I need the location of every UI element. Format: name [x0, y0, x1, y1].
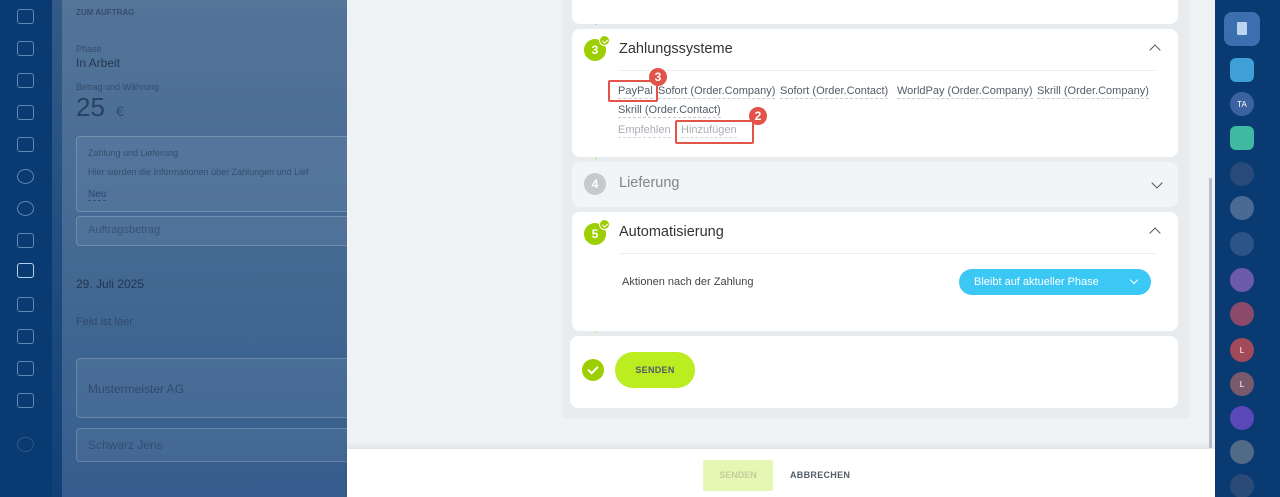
send-button[interactable]: SENDEN: [615, 352, 695, 388]
currency-symbol: €: [116, 103, 124, 119]
filter-icon[interactable]: [17, 263, 34, 278]
step-4-indicator: 4: [584, 173, 606, 195]
automation-title: Automatisierung: [619, 224, 724, 240]
avatar-user-3[interactable]: [1230, 268, 1254, 292]
document-icon[interactable]: [17, 41, 34, 56]
calendar-icon[interactable]: [17, 9, 34, 24]
step-5-check-icon: [599, 219, 610, 230]
payment-divider: [619, 70, 1156, 71]
payment-slider: 3 Zahlungssysteme PayPal Sofort (Order.C…: [347, 0, 1215, 497]
phase-action-value: Bleibt auf aktueller Phase: [974, 276, 1099, 288]
bookmark-button[interactable]: [1224, 12, 1260, 46]
amount-value: 25: [76, 92, 105, 122]
annotation-badge-3: 3: [649, 68, 667, 86]
target-icon[interactable]: [17, 201, 34, 216]
screen-icon[interactable]: [17, 297, 34, 312]
card-icon[interactable]: [17, 105, 34, 120]
section-title: ZUM AUFTRAG: [76, 8, 135, 17]
previous-step-card: [572, 0, 1178, 24]
scrollbar[interactable]: [1209, 178, 1212, 448]
recommend-link[interactable]: Empfehlen: [618, 124, 671, 138]
avatar-user-4[interactable]: [1230, 302, 1254, 326]
payment-delivery-text: Hier werden die Informationen über Zahlu…: [88, 167, 309, 177]
delivery-title: Lieferung: [619, 175, 680, 191]
phase-value: In Arbeit: [76, 56, 121, 70]
avatar-user-5[interactable]: [1230, 440, 1254, 464]
step-3-check-icon: [599, 35, 610, 46]
lock-icon[interactable]: [1230, 196, 1254, 220]
avatar-user-1[interactable]: [1230, 162, 1254, 186]
left-navigation-rail: [0, 0, 52, 497]
target-app-icon[interactable]: [1230, 406, 1254, 430]
payment-item-sofort-contact[interactable]: Sofort (Order.Contact): [780, 85, 889, 99]
collapse-chevron-icon[interactable]: [1149, 227, 1161, 239]
file-icon[interactable]: [17, 361, 34, 376]
date-value: 29. Juli 2025: [76, 277, 145, 291]
step-5-indicator: 5: [584, 219, 610, 245]
avatar-ta[interactable]: TA: [1230, 92, 1254, 116]
payment-item-sofort-company[interactable]: Sofort (Order.Company): [658, 85, 776, 99]
step-3-indicator: 3: [584, 35, 610, 61]
payment-item-skrill-contact[interactable]: Skrill (Order.Contact): [618, 104, 721, 118]
payment-item-skrill-company[interactable]: Skrill (Order.Company): [1037, 85, 1149, 99]
phase-label: Phase: [76, 44, 102, 54]
store-icon[interactable]: [17, 329, 34, 344]
bookmark-icon: [1237, 22, 1247, 35]
help-icon[interactable]: [17, 437, 34, 452]
paypal-highlight: [608, 80, 658, 102]
payment-systems-title: Zahlungssysteme: [619, 41, 733, 57]
automation-card: 5 Automatisierung Aktionen nach der Zahl…: [572, 212, 1178, 331]
mail-icon[interactable]: [17, 137, 34, 152]
annotation-badge-2: 2: [749, 107, 767, 125]
avatar-user-2[interactable]: [1230, 232, 1254, 256]
sheet-icon[interactable]: [1230, 126, 1254, 150]
delivery-card[interactable]: 4 Lieferung: [572, 162, 1178, 207]
footer-send-button[interactable]: SENDEN: [703, 460, 773, 491]
order-amount-label: Auftragsbetrag: [88, 224, 161, 236]
chat-icon[interactable]: [17, 233, 34, 248]
send-card: SENDEN: [570, 336, 1178, 408]
slider-footer: SENDEN ABBRECHEN: [347, 449, 1215, 497]
automation-divider: [619, 253, 1156, 254]
action-after-payment-label: Aktionen nach der Zahlung: [622, 276, 754, 288]
avatar-user-6[interactable]: [1230, 474, 1254, 497]
payment-delivery-label: Zahlung und Lieferung: [88, 148, 179, 158]
send-step-check-icon: [582, 359, 604, 381]
payment-systems-card: 3 Zahlungssysteme PayPal Sofort (Order.C…: [572, 29, 1178, 157]
expand-chevron-icon[interactable]: [1151, 177, 1163, 189]
phase-action-select[interactable]: Bleibt auf aktueller Phase: [959, 269, 1151, 295]
company-name: Mustermeister AG: [88, 382, 185, 396]
payment-item-worldpay-company[interactable]: WorldPay (Order.Company): [897, 85, 1033, 99]
right-sidebar: TA L L: [1215, 0, 1280, 497]
avatar-l-1[interactable]: L: [1230, 338, 1254, 362]
contact-name: Schwarz Jens: [88, 438, 163, 452]
collapse-chevron-icon[interactable]: [1149, 44, 1161, 56]
contacts-icon[interactable]: [17, 169, 34, 184]
avatar-l-2[interactable]: L: [1230, 372, 1254, 396]
footer-cancel-button[interactable]: ABBRECHEN: [790, 460, 850, 491]
add-link-highlight: [675, 120, 754, 144]
new-link[interactable]: Neu: [88, 189, 107, 201]
tasks-icon[interactable]: [17, 73, 34, 88]
group-icon[interactable]: [17, 393, 34, 408]
messenger-icon[interactable]: [1230, 58, 1254, 82]
empty-field-text: Feld ist leer: [76, 316, 133, 328]
chevron-down-icon: [1129, 275, 1139, 285]
background-order-page: ZUM AUFTRAG Phase In Arbeit Betrag und W…: [52, 0, 347, 497]
amount-label: Betrag und Währung: [76, 82, 160, 92]
